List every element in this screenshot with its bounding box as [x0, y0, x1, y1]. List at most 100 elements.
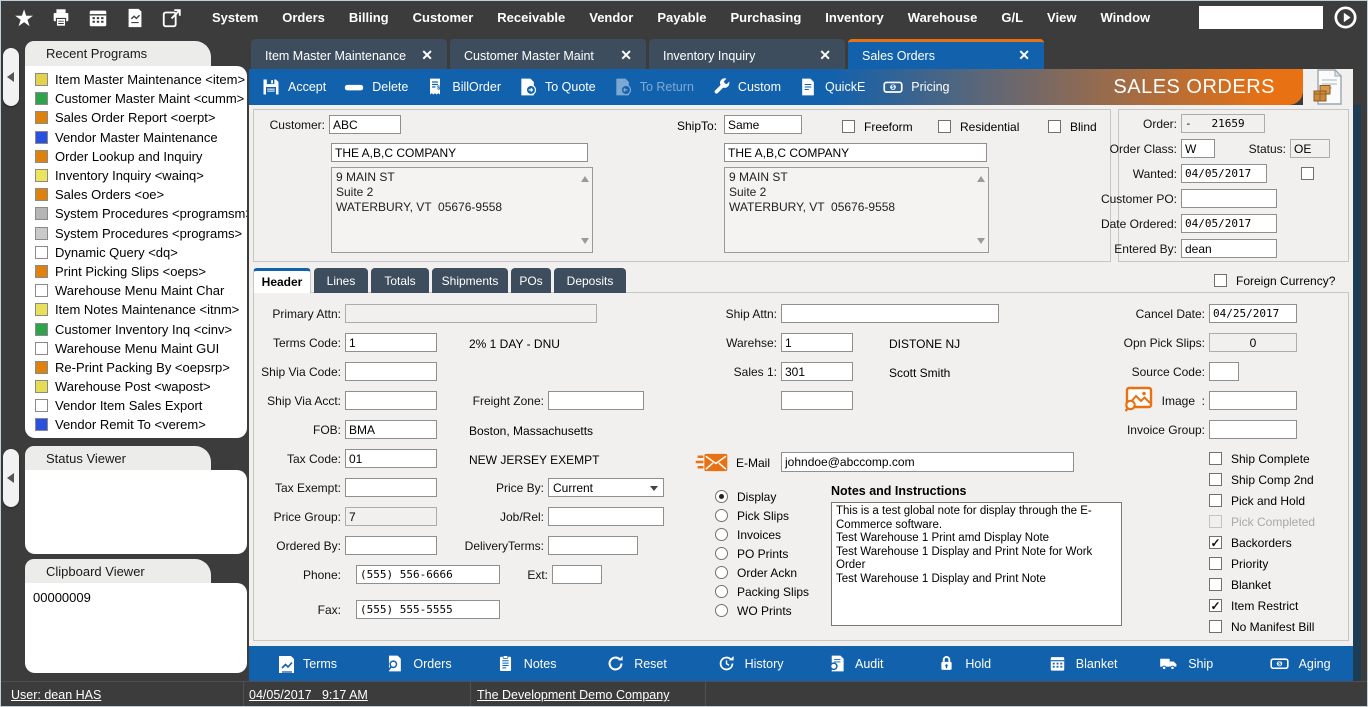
checkbox-pick-and-hold[interactable]: [1209, 494, 1222, 507]
warehouse-field[interactable]: [781, 333, 853, 352]
aging-button[interactable]: $Aging: [1243, 646, 1353, 681]
tax-exempt-field[interactable]: [345, 478, 437, 497]
program-item[interactable]: Dynamic Query <dq>: [25, 243, 247, 262]
program-item[interactable]: Sales Orders <oe>: [25, 185, 247, 204]
price-group-field[interactable]: [345, 507, 437, 526]
calendar-icon[interactable]: [84, 5, 112, 31]
tab-inventory-inquiry[interactable]: Inventory Inquiry✕: [649, 39, 845, 69]
ship-via-code-field[interactable]: [345, 362, 437, 381]
subtab-totals[interactable]: Totals: [371, 268, 429, 293]
program-item[interactable]: Print Picking Slips <oeps>: [25, 262, 247, 281]
menu-item-customer[interactable]: Customer: [413, 10, 474, 25]
checkbox-priority[interactable]: [1209, 557, 1222, 570]
freight-zone-field[interactable]: [548, 391, 644, 410]
program-item[interactable]: System Procedures <programsm>: [25, 204, 247, 223]
program-item[interactable]: Item Notes Maintenance <itnm>: [25, 300, 247, 319]
foreign-currency-checkbox[interactable]: [1214, 274, 1227, 287]
menu-item-window[interactable]: Window: [1100, 10, 1150, 25]
primary-attn-field[interactable]: [345, 304, 597, 323]
report-icon[interactable]: [121, 5, 149, 31]
checkbox-backorders[interactable]: [1209, 536, 1222, 549]
order-status-field[interactable]: [1290, 139, 1330, 158]
radio-order-ackn[interactable]: [715, 566, 728, 579]
to-quote-button[interactable]: To Quote: [518, 77, 596, 97]
notes-box[interactable]: This is a test global note for display t…: [831, 502, 1122, 626]
menu-item-vendor[interactable]: Vendor: [589, 10, 633, 25]
terms-code-field[interactable]: [345, 333, 437, 352]
program-item[interactable]: Item Master Maintenance <item>: [25, 70, 247, 89]
menu-item-warehouse[interactable]: Warehouse: [908, 10, 978, 25]
wanted-date-field[interactable]: [1181, 164, 1267, 183]
subtab-pos[interactable]: POs: [511, 268, 551, 293]
radio-invoices[interactable]: [715, 528, 728, 541]
sidebar-collapse-handle[interactable]: [3, 48, 19, 106]
close-icon[interactable]: ✕: [819, 47, 845, 64]
program-item[interactable]: Inventory Inquiry <wainq>: [25, 166, 247, 185]
fax-field[interactable]: [356, 600, 500, 619]
phone-field[interactable]: [356, 565, 500, 584]
quicke-button[interactable]: QuickE: [798, 77, 865, 97]
close-icon[interactable]: ✕: [421, 47, 447, 64]
customer-address-box[interactable]: 9 MAIN ST Suite 2 WATERBURY, VT 05676-95…: [331, 167, 593, 253]
menu-item-receivable[interactable]: Receivable: [497, 10, 565, 25]
shipto-name-input[interactable]: [724, 143, 987, 162]
shipto-code-input[interactable]: [724, 115, 802, 134]
terms-button[interactable]: Terms: [249, 646, 359, 681]
close-icon[interactable]: ✕: [620, 47, 646, 64]
date-ordered-field[interactable]: [1181, 214, 1277, 233]
hold-button[interactable]: Hold: [911, 646, 1021, 681]
price-by-select[interactable]: Current: [548, 478, 664, 497]
order-number-field[interactable]: [1181, 114, 1265, 133]
audit-button[interactable]: Audit: [801, 646, 911, 681]
residential-checkbox[interactable]: [938, 120, 951, 133]
radio-packing-slips[interactable]: [715, 585, 728, 598]
subtab-deposits[interactable]: Deposits: [554, 268, 626, 293]
custom-button[interactable]: Custom: [711, 77, 781, 97]
tab-item-master-maintenance[interactable]: Item Master Maintenance✕: [251, 39, 447, 69]
freeform-checkbox[interactable]: [842, 120, 855, 133]
menu-item-inventory[interactable]: Inventory: [825, 10, 884, 25]
program-item[interactable]: Re-Print Packing By <oepsrp>: [25, 358, 247, 377]
menu-item-billing[interactable]: Billing: [349, 10, 389, 25]
customer-name-input[interactable]: [331, 143, 588, 162]
checkbox-pick-completed[interactable]: [1209, 515, 1222, 528]
open-pick-slips-field[interactable]: [1209, 333, 1297, 352]
email-field[interactable]: [781, 452, 1074, 472]
status-viewer-collapse-handle[interactable]: [3, 449, 19, 507]
sales1-field[interactable]: [781, 362, 853, 381]
customer-code-input[interactable]: [329, 115, 401, 134]
program-item[interactable]: Vendor Item Sales Export: [25, 396, 247, 415]
scroll-up-icon[interactable]: [977, 172, 985, 182]
history-button[interactable]: History: [691, 646, 801, 681]
notes-button[interactable]: Notes: [470, 646, 580, 681]
radio-display[interactable]: [715, 490, 728, 503]
subtab-shipments[interactable]: Shipments: [432, 268, 508, 293]
ship-attn-field[interactable]: [781, 304, 999, 323]
quick-launch-input[interactable]: [1199, 6, 1323, 29]
program-item[interactable]: Warehouse Post <wapost>: [25, 377, 247, 396]
company-link[interactable]: The Development Demo Company: [477, 688, 669, 702]
sales2-field[interactable]: [781, 391, 853, 410]
print-icon[interactable]: [47, 5, 75, 31]
entered-by-field[interactable]: [1181, 239, 1277, 258]
source-code-field[interactable]: [1209, 362, 1239, 381]
customer-po-field[interactable]: [1181, 189, 1277, 208]
menu-item-orders[interactable]: Orders: [282, 10, 325, 25]
program-item[interactable]: Order Lookup and Inquiry: [25, 147, 247, 166]
menu-item-system[interactable]: System: [212, 10, 258, 25]
order-class-field[interactable]: [1181, 139, 1215, 158]
radio-wo-prints[interactable]: [715, 604, 728, 617]
shipto-address-box[interactable]: 9 MAIN ST Suite 2 WATERBURY, VT 05676-95…: [724, 167, 989, 253]
to-return-button[interactable]: To Return: [613, 77, 694, 97]
reset-button[interactable]: Reset: [580, 646, 690, 681]
cancel-date-field[interactable]: [1209, 304, 1297, 323]
menu-item-payable[interactable]: Payable: [657, 10, 706, 25]
invoice-group-field[interactable]: [1209, 420, 1297, 439]
checkbox-blanket[interactable]: [1209, 578, 1222, 591]
program-item[interactable]: Warehouse Menu Maint Char: [25, 281, 247, 300]
tab-customer-master-maint[interactable]: Customer Master Maint✕: [450, 39, 646, 69]
blanket-button[interactable]: Blanket: [1022, 646, 1132, 681]
radio-pick-slips[interactable]: [715, 509, 728, 522]
accept-button[interactable]: Accept: [261, 77, 326, 97]
fob-field[interactable]: [345, 420, 437, 439]
